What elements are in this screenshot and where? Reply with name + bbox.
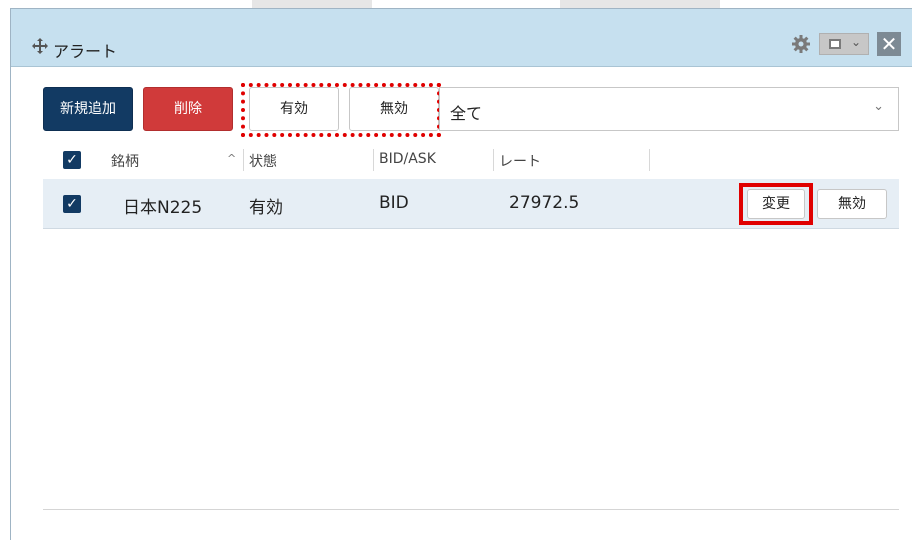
highlight-dotted-frame: [241, 83, 441, 137]
window-titlebar[interactable]: アラート ⌄ ✕: [11, 9, 912, 67]
add-new-button[interactable]: 新規追加: [43, 87, 133, 131]
row-disable-button[interactable]: 無効: [817, 189, 887, 219]
table-header: ✓ 銘柄 ^ 状態 BID/ASK レート: [43, 143, 899, 177]
checkbox-checked-icon: ✓: [66, 196, 78, 212]
row-bidask: BID: [379, 193, 409, 213]
chevron-down-icon: ⌄: [851, 35, 862, 49]
header-status[interactable]: 状態: [249, 151, 277, 171]
window-mode-icon: [829, 39, 841, 49]
window-title: アラート: [53, 42, 118, 61]
header-rate[interactable]: レート: [499, 151, 541, 171]
status-filter-select[interactable]: 全て ⌄: [439, 87, 899, 131]
table-row[interactable]: ✓ 日本N225 有効 BID 27972.5 変更 無効: [43, 179, 899, 229]
column-divider: [649, 149, 650, 171]
sort-ascending-icon[interactable]: ^: [227, 152, 236, 165]
column-divider: [243, 149, 244, 171]
select-all-checkbox[interactable]: ✓: [63, 151, 81, 169]
gear-icon[interactable]: [791, 34, 811, 54]
table-bottom-divider: [43, 509, 899, 510]
delete-button[interactable]: 削除: [143, 87, 233, 131]
close-button[interactable]: ✕: [877, 32, 901, 56]
checkbox-checked-icon: ✓: [66, 152, 78, 168]
column-divider: [493, 149, 494, 171]
chevron-down-icon: ⌄: [873, 99, 884, 114]
window-mode-dropdown[interactable]: ⌄: [819, 33, 869, 55]
change-button[interactable]: 変更: [747, 189, 805, 219]
column-divider: [373, 149, 374, 171]
close-icon: ✕: [880, 32, 898, 56]
header-bidask[interactable]: BID/ASK: [379, 151, 436, 167]
move-icon[interactable]: [31, 37, 49, 55]
row-status: 有効: [249, 198, 283, 218]
filter-selected-value: 全て: [450, 104, 483, 123]
header-symbol[interactable]: 銘柄: [111, 151, 139, 171]
alert-window: アラート ⌄ ✕ 新規追加 削除 有効 無効 全て ⌄ ✓ 銘柄 ^ 状態 BI…: [10, 8, 912, 540]
row-checkbox[interactable]: ✓: [63, 195, 81, 213]
row-symbol: 日本N225: [123, 198, 203, 218]
row-rate: 27972.5: [509, 193, 580, 213]
